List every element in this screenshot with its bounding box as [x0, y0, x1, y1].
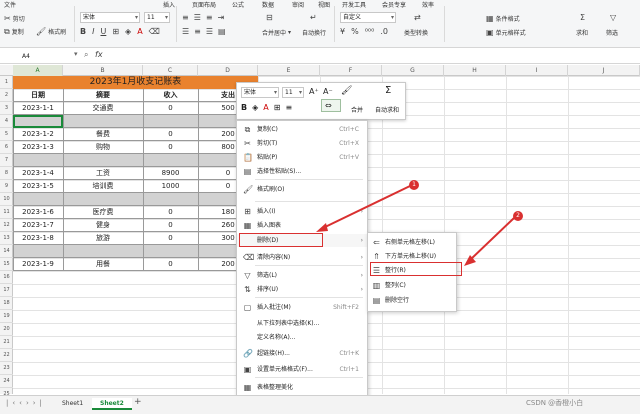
tab-nav-arrows-icon[interactable]: |‹‹››|: [6, 399, 46, 407]
callout-badge-1: 1: [409, 180, 419, 190]
arrow-1: [316, 185, 411, 232]
add-sheet-icon[interactable]: +: [134, 397, 142, 407]
arrow-2: [464, 217, 515, 266]
annotation-arrows: [316, 185, 515, 266]
sheet-tab-2[interactable]: Sheet2: [92, 398, 132, 410]
watermark: CSDN @香橙小白: [526, 399, 584, 407]
callout-badge-2: 2: [513, 211, 523, 221]
sheet-tab-1[interactable]: Sheet1: [54, 398, 91, 410]
